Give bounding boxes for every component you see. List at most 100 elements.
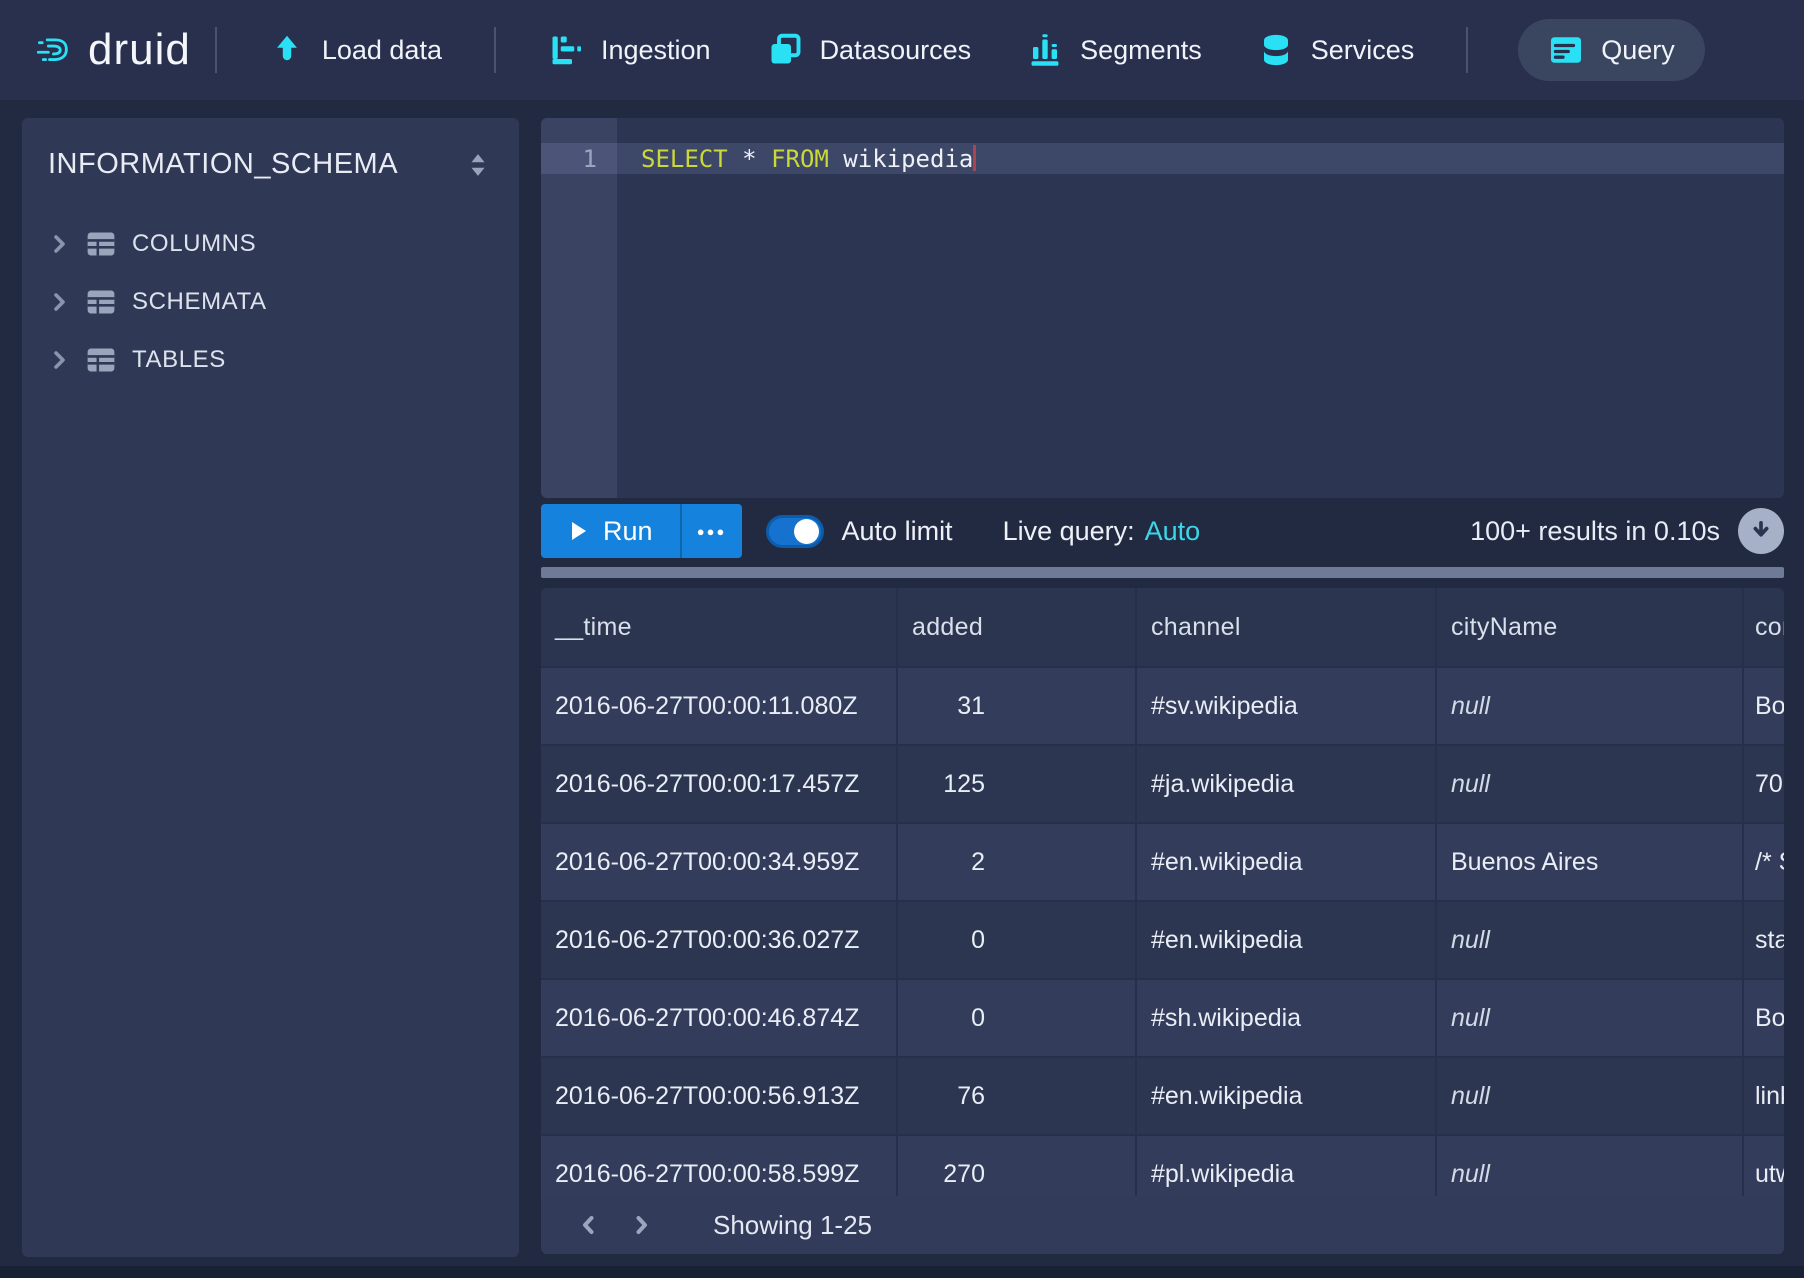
nav-item-label: Load data <box>322 35 442 66</box>
sql-star: * <box>728 145 771 173</box>
brand-name: druid <box>88 25 191 75</box>
play-icon <box>568 520 588 542</box>
cell-time: 2016-06-27T00:00:36.027Z <box>541 902 898 978</box>
bottom-edge <box>0 1266 1804 1278</box>
cell-cityname: null <box>1437 902 1744 978</box>
chevron-right-icon[interactable] <box>48 231 70 257</box>
editor-gutter <box>541 118 617 498</box>
cell-added: 2 <box>898 824 1137 900</box>
tree-item-label: COLUMNS <box>132 230 256 258</box>
more-options-dots: ●●● <box>697 524 727 539</box>
schema-tree: COLUMNS SCHEMATA <box>22 215 519 389</box>
previous-page-button[interactable] <box>563 1202 615 1248</box>
nav-item-label: Services <box>1311 35 1415 66</box>
cell-added: 31 <box>898 668 1137 744</box>
chevron-right-icon[interactable] <box>48 347 70 373</box>
druid-logo-icon <box>36 32 72 68</box>
table-row[interactable]: 2016-06-27T00:00:17.457Z 125 #ja.wikiped… <box>541 746 1784 824</box>
double-caret-vertical-icon[interactable] <box>465 150 491 180</box>
download-icon <box>1748 518 1774 544</box>
auto-limit-toggle[interactable] <box>766 515 824 548</box>
cell-cityname: null <box>1437 746 1744 822</box>
tree-item-columns[interactable]: COLUMNS <box>22 215 519 273</box>
result-summary: 100+ results in 0.10s <box>1470 516 1720 547</box>
schema-selector[interactable]: INFORMATION_SCHEMA <box>22 118 519 181</box>
next-page-button[interactable] <box>615 1202 667 1248</box>
table-row[interactable]: 2016-06-27T00:00:34.959Z 2 #en.wikipedia… <box>541 824 1784 902</box>
table-row[interactable]: 2016-06-27T00:00:36.027Z 0 #en.wikipedia… <box>541 902 1784 980</box>
cell-comment: Bot: Automatska zamjena teksta <box>1744 980 1784 1056</box>
cell-time: 2016-06-27T00:00:11.080Z <box>541 668 898 744</box>
table-icon <box>85 346 117 374</box>
nav-divider <box>494 27 496 73</box>
schema-title: INFORMATION_SCHEMA <box>48 148 398 181</box>
nav-item-label: Ingestion <box>601 35 711 66</box>
upload-icon <box>269 32 305 68</box>
live-query-value[interactable]: Auto <box>1145 516 1201 547</box>
sql-keyword-select: SELECT <box>641 145 728 173</box>
cell-added: 76 <box>898 1058 1137 1134</box>
nav-item-label: Query <box>1601 35 1675 66</box>
query-toolbar: Run ●●● Auto limit Live query: Auto 100+… <box>541 498 1784 564</box>
run-more-options-button[interactable]: ●●● <box>680 504 742 558</box>
chevron-left-icon <box>577 1212 601 1238</box>
nav-item-datasources[interactable]: Datasources <box>739 0 1000 100</box>
query-icon <box>1548 32 1584 68</box>
nav-item-segments[interactable]: Segments <box>999 0 1230 100</box>
table-row[interactable]: 2016-06-27T00:00:56.913Z 76 #en.wikipedi… <box>541 1058 1784 1136</box>
column-header-added[interactable]: added <box>898 588 1137 666</box>
showing-range-label: Showing 1-25 <box>713 1210 872 1241</box>
cell-cityname: Buenos Aires <box>1437 824 1744 900</box>
live-query-label: Live query: <box>1003 516 1135 547</box>
cell-channel: #sv.wikipedia <box>1137 668 1437 744</box>
sql-keyword-from: FROM <box>771 145 829 173</box>
table-icon <box>85 288 117 316</box>
cell-added: 0 <box>898 902 1137 978</box>
cell-channel: #sh.wikipedia <box>1137 980 1437 1056</box>
sql-text[interactable]: SELECT * FROM wikipedia <box>641 144 976 174</box>
cell-cityname: null <box>1437 668 1744 744</box>
download-results-button[interactable] <box>1738 508 1784 554</box>
cell-channel: #en.wikipedia <box>1137 824 1437 900</box>
nav-divider <box>1466 27 1468 73</box>
tree-item-tables[interactable]: TABLES <box>22 331 519 389</box>
table-icon <box>85 230 117 258</box>
nav-item-services[interactable]: Services <box>1230 0 1443 100</box>
cell-channel: #en.wikipedia <box>1137 902 1437 978</box>
druid-logo[interactable]: druid <box>36 25 191 75</box>
column-header-cityname[interactable]: cityName <box>1437 588 1744 666</box>
cell-added: 0 <box>898 980 1137 1056</box>
cell-cityname: null <box>1437 1058 1744 1134</box>
column-header-time[interactable]: __time <box>541 588 898 666</box>
cell-comment: /* Status of peremptory norms in interna… <box>1744 824 1784 900</box>
results-pagination: Showing 1-25 <box>541 1196 1784 1254</box>
nav-divider <box>215 27 217 73</box>
cell-comment: 70: <box>1744 746 1784 822</box>
table-row[interactable]: 2016-06-27T00:00:11.080Z 31 #sv.wikipedi… <box>541 668 1784 746</box>
ingestion-icon <box>548 32 584 68</box>
editor-results-splitter[interactable] <box>541 567 1784 578</box>
column-header-comment[interactable]: comment <box>1744 588 1784 666</box>
sql-editor[interactable]: 1 SELECT * FROM wikipedia <box>541 118 1784 498</box>
nav-item-ingestion[interactable]: Ingestion <box>520 0 739 100</box>
cell-channel: #en.wikipedia <box>1137 1058 1437 1134</box>
tree-item-label: TABLES <box>132 346 226 374</box>
nav-item-load-data[interactable]: Load data <box>241 0 470 100</box>
nav-item-label: Segments <box>1080 35 1202 66</box>
results-panel: __time added channel cityName comment 20… <box>541 588 1784 1254</box>
services-icon <box>1258 32 1294 68</box>
top-nav: druid Load data Ingestion <box>0 0 1804 100</box>
auto-limit-label: Auto limit <box>842 516 953 547</box>
tree-item-schemata[interactable]: SCHEMATA <box>22 273 519 331</box>
nav-item-query[interactable]: Query <box>1518 19 1705 81</box>
chevron-right-icon[interactable] <box>48 289 70 315</box>
line-number: 1 <box>541 144 597 174</box>
text-cursor <box>973 145 976 171</box>
table-row[interactable]: 2016-06-27T00:00:46.874Z 0 #sh.wikipedia… <box>541 980 1784 1058</box>
column-header-channel[interactable]: channel <box>1137 588 1437 666</box>
run-button[interactable]: Run <box>541 504 680 558</box>
run-button-label: Run <box>603 516 653 547</box>
cell-comment: started <box>1744 902 1784 978</box>
datasources-icon <box>767 32 803 68</box>
tree-item-label: SCHEMATA <box>132 288 267 316</box>
